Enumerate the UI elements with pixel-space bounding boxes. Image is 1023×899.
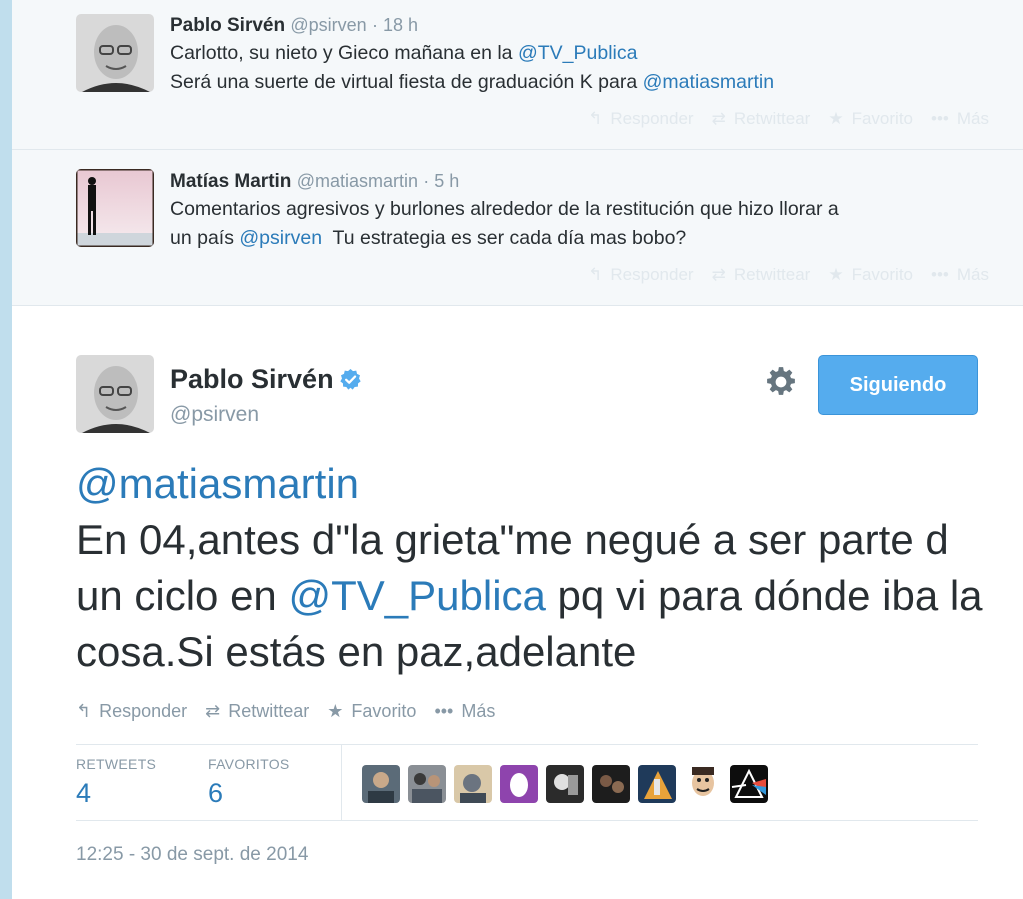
mention-link[interactable]: @matiasmartin	[643, 71, 774, 93]
star-icon: ★	[327, 701, 344, 721]
retweets-count: 4	[76, 778, 92, 808]
following-button[interactable]: Siguiendo	[818, 355, 978, 415]
retweet-label: Retwittear	[733, 265, 811, 284]
reply-icon: ↰	[588, 265, 603, 284]
mention-link[interactable]: @TV_Publica	[288, 572, 545, 619]
avatar[interactable]	[76, 355, 154, 433]
tweet-actions: ↰ Responder ⇄ Retwittear ★ Favorito ••• Más	[588, 109, 989, 129]
more-dots-icon: •••	[434, 701, 454, 721]
reply-label: Responder	[99, 701, 188, 721]
tweet-text-part: un país	[170, 227, 240, 249]
more-label: Más	[461, 701, 496, 721]
retweet-icon: ⇄	[711, 109, 726, 128]
retweet-label: Retwittear	[228, 701, 310, 721]
avatar[interactable]	[500, 765, 538, 803]
avatar[interactable]	[638, 765, 676, 803]
divider	[76, 744, 978, 745]
more-button[interactable]: ••• Más	[931, 265, 989, 285]
tweet-text-part: Carlotto, su nieto y Gieco mañana en la	[170, 42, 518, 64]
retweet-icon: ⇄	[711, 265, 726, 284]
reply-label: Responder	[610, 265, 694, 284]
divider	[341, 745, 342, 820]
retweet-icon: ⇄	[205, 701, 221, 721]
tweet-permalink: Pablo Sirvén @psirven · 18 h Carlotto, s…	[12, 0, 1023, 899]
avatar[interactable]	[684, 765, 722, 803]
retweet-label: Retwittear	[733, 109, 811, 128]
mention-link[interactable]: @TV_Publica	[518, 42, 638, 64]
reply-icon: ↰	[76, 701, 92, 721]
favorite-label: Favorito	[351, 701, 417, 721]
tweet-text: Carlotto, su nieto y Gieco mañana en la …	[170, 39, 1000, 97]
tweet-text-part: Será una suerte de virtual fiesta de gra…	[170, 71, 643, 93]
author-handle[interactable]: @psirven	[290, 15, 366, 35]
favorite-label: Favorito	[851, 109, 914, 128]
author-handle[interactable]: @matiasmartin	[297, 171, 418, 191]
tweet-text-part: Comentarios agresivos y burlones alreded…	[170, 198, 839, 220]
more-button[interactable]: ••• Más	[931, 109, 989, 129]
star-icon: ★	[828, 265, 844, 284]
more-dots-icon: •••	[931, 109, 949, 128]
retweet-button[interactable]: ⇄ Retwittear	[712, 265, 811, 285]
page-left-border	[0, 0, 12, 899]
favoriters-avatars	[362, 765, 768, 803]
reply-button[interactable]: ↰ Responder	[76, 701, 187, 722]
gear-icon[interactable]	[764, 365, 798, 399]
avatar[interactable]	[362, 765, 400, 803]
favorite-button[interactable]: ★ Favorito	[828, 265, 913, 285]
favorite-button[interactable]: ★ Favorito	[828, 109, 913, 129]
avatar[interactable]	[76, 14, 154, 92]
author-name-row[interactable]: Pablo Sirvén	[170, 364, 362, 395]
favorites-stat[interactable]: FAVORITOS 6	[208, 756, 290, 809]
favorite-button[interactable]: ★ Favorito	[327, 701, 416, 722]
avatar[interactable]	[730, 765, 768, 803]
main-tweet: Pablo Sirvén @psirven Siguiendo @matiasm…	[12, 306, 1023, 899]
avatar[interactable]	[546, 765, 584, 803]
mention-link[interactable]: @psirven	[239, 227, 322, 249]
tweet-time[interactable]: · 5 h	[423, 171, 459, 191]
reply-button[interactable]: ↰ Responder	[588, 109, 693, 129]
tweet-actions: ↰ Responder ⇄ Retwittear ★ Favorito ••• Más	[76, 701, 495, 722]
tweet-timestamp[interactable]: 12:25 - 30 de sept. de 2014	[76, 844, 308, 866]
avatar[interactable]	[408, 765, 446, 803]
reply-label: Responder	[610, 109, 694, 128]
author-handle[interactable]: @psirven	[170, 403, 259, 427]
reply-icon: ↰	[588, 109, 603, 128]
favorite-label: Favorito	[851, 265, 914, 284]
author-name[interactable]: Pablo Sirvén	[170, 15, 285, 36]
more-button[interactable]: ••• Más	[434, 701, 495, 722]
tweet-header: Pablo Sirvén @psirven · 18 h	[170, 12, 1000, 39]
more-label: Más	[956, 109, 989, 128]
star-icon: ★	[828, 109, 844, 128]
retweet-button[interactable]: ⇄ Retwittear	[712, 109, 811, 129]
favorites-label: FAVORITOS	[208, 756, 290, 772]
tweet-text: Comentarios agresivos y burlones alreded…	[170, 195, 1000, 253]
verified-badge-icon	[339, 368, 361, 390]
avatar[interactable]	[454, 765, 492, 803]
favorites-count: 6	[208, 778, 224, 808]
retweet-button[interactable]: ⇄ Retwittear	[205, 701, 309, 722]
tweet-text: @matiasmartin En 04,antes d"la grieta"me…	[76, 456, 1006, 680]
retweets-stat[interactable]: RETWEETS 4	[76, 756, 156, 809]
tweet-time[interactable]: · 18 h	[372, 15, 418, 35]
reply-button[interactable]: ↰ Responder	[588, 265, 693, 285]
avatar[interactable]	[592, 765, 630, 803]
author-name[interactable]: Matías Martin	[170, 171, 291, 192]
context-tweet-content: Pablo Sirvén @psirven · 18 h Carlotto, s…	[170, 12, 1000, 97]
tweet-text-part: Tu estrategia es ser cada día mas bobo?	[322, 227, 687, 249]
more-label: Más	[956, 265, 989, 284]
mention-link[interactable]: @matiasmartin	[76, 456, 1006, 512]
context-tweet-content: Matías Martin @matiasmartin · 5 h Coment…	[170, 168, 1000, 253]
retweets-label: RETWEETS	[76, 756, 157, 772]
more-dots-icon: •••	[931, 265, 949, 284]
avatar[interactable]	[76, 169, 154, 247]
divider	[76, 820, 978, 821]
author-name[interactable]: Pablo Sirvén	[170, 364, 334, 395]
tweet-actions: ↰ Responder ⇄ Retwittear ★ Favorito ••• Más	[588, 265, 989, 285]
tweet-header: Matías Martin @matiasmartin · 5 h	[170, 168, 1000, 195]
